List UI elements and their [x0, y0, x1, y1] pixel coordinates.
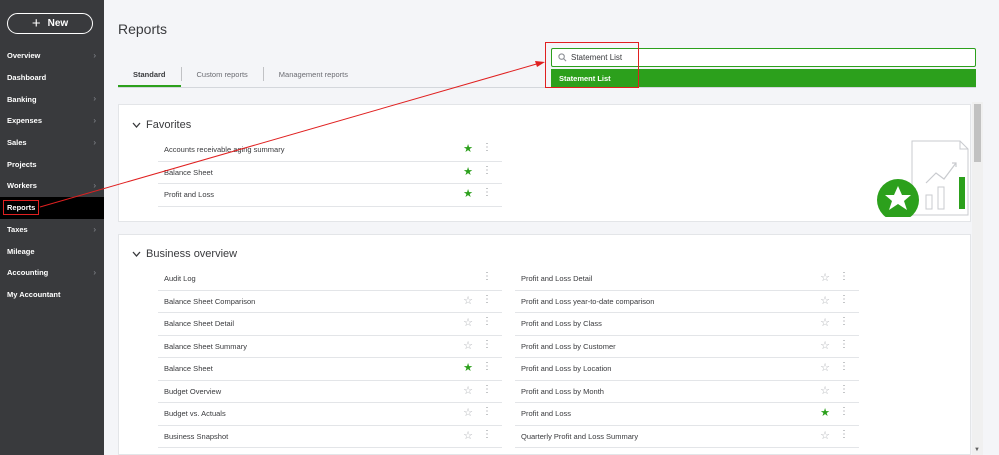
annotation-arrow — [39, 61, 545, 208]
